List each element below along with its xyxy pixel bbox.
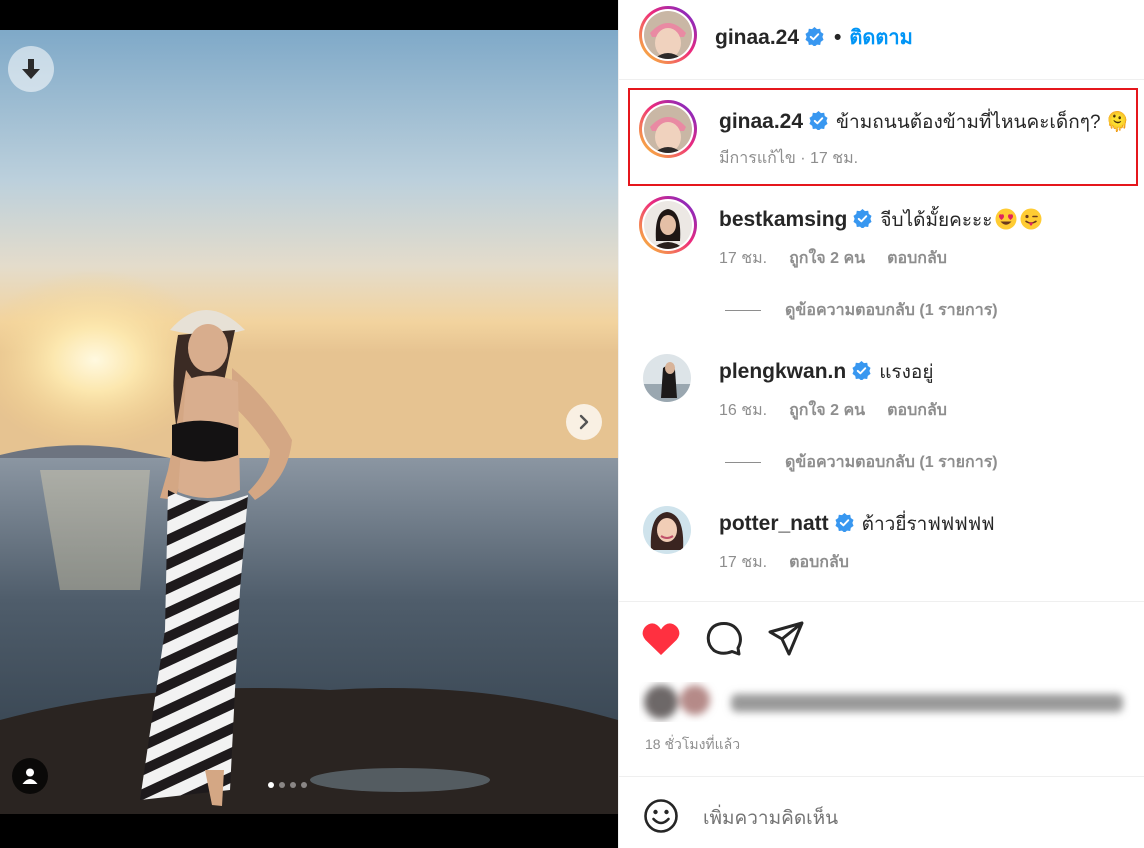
comment-avatar[interactable] [643,354,691,402]
comment-item: plengkwan.n แรงอยู่ 16 ชม. ถูกใจ 2 คน ตอบกล… [619,344,1144,484]
post-photo [0,30,618,814]
comment-reply-button[interactable]: ตอบกลับ [887,402,947,419]
carousel-dot [301,782,307,788]
post-media [0,0,618,848]
comment-item: bestkamsing จีบได้มั้ยคะะะ 17 ชม. ถูกใจ 2 … [619,192,1144,332]
view-replies-button[interactable]: ดูข้อความตอบกลับ (1 รายการ) [725,450,998,475]
comment-text: จีบได้มั้ยคะะะ [880,210,993,231]
comment-text: แรงอยู่ [879,362,934,383]
heart-eyes-emoji-icon [995,208,1017,230]
avatar-image [644,201,692,249]
next-slide-button[interactable] [566,404,602,440]
arrow-down-icon [22,59,40,79]
view-replies-label: ดูข้อความตอบกลับ (1 รายการ) [785,454,998,471]
comment-reply-button[interactable]: ตอบกลับ [887,250,947,267]
comment-reply-button[interactable]: ตอบกลับ [789,554,849,571]
comment-text: ต้าวยี่ราฟฟฟฟฟ [861,514,995,535]
replies-divider [725,462,761,463]
verified-badge-icon [835,513,854,532]
author-avatar[interactable] [639,6,697,64]
comment-avatar[interactable] [639,196,697,254]
post-timestamp: 18 ชั่วโมงที่แล้ว [645,736,741,752]
highlight-annotation-box [628,88,1138,186]
divider [619,601,1144,602]
carousel-indicator [268,782,307,788]
post-actions [641,620,805,658]
comment-username[interactable]: bestkamsing [719,208,847,231]
avatar-image [644,11,692,59]
view-replies-button[interactable]: ดูข้อความตอบกลับ (1 รายการ) [725,298,998,323]
tagged-users-button[interactable] [12,758,48,794]
comment-username[interactable]: potter_natt [719,512,829,535]
verified-badge-icon [853,209,872,228]
carousel-dot [290,782,296,788]
verified-badge-icon [805,27,824,46]
user-icon [22,768,38,784]
author-username[interactable]: ginaa.24 [715,26,799,49]
post-header: ginaa.24 • ติดตาม [619,0,1144,80]
replies-divider [725,310,761,311]
carousel-dot [268,782,274,788]
view-replies-label: ดูข้อความตอบกลับ (1 รายการ) [785,302,998,319]
comment-time: 17 ชม. [719,250,768,267]
comment-time: 16 ชม. [719,402,768,419]
comment-username[interactable]: plengkwan.n [719,360,846,383]
emoji-icon[interactable] [643,798,679,834]
download-button[interactable] [8,46,54,92]
verified-badge-icon [852,361,871,380]
heart-icon[interactable] [641,621,681,657]
comment-likes[interactable]: ถูกใจ 2 คน [789,250,865,267]
carousel-dot [279,782,285,788]
comment-avatar[interactable] [643,506,691,554]
comment-likes[interactable]: ถูกใจ 2 คน [789,402,865,419]
divider [619,776,1144,777]
comment-input[interactable] [703,804,1103,834]
comment-icon[interactable] [705,620,743,658]
liked-by-blurred [644,685,1123,719]
post-side-panel: ginaa.24 • ติดตาม ginaa.24 ข้ามถนนต้องข้ามท… [618,0,1144,848]
tongue-wink-emoji-icon [1020,208,1042,230]
share-icon[interactable] [767,620,805,658]
chevron-right-icon [579,414,589,430]
follow-button[interactable]: ติดตาม [849,27,912,49]
comment-time: 17 ชม. [719,554,768,571]
follow-separator: • [834,26,842,49]
comment-item: potter_natt ต้าวยี่ราฟฟฟฟฟ 17 ชม. ตอบกลับ [619,496,1144,586]
